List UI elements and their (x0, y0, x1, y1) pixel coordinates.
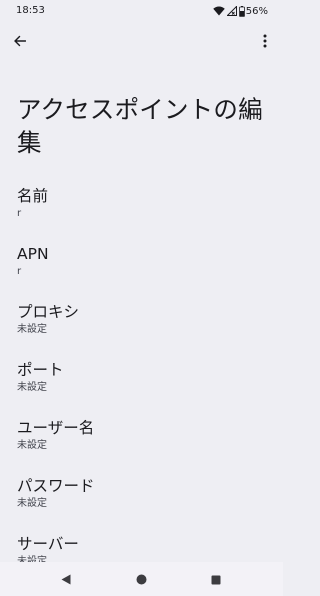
back-triangle-icon (61, 570, 71, 589)
status-bar: 18:53 56% (0, 0, 283, 24)
pref-item-username[interactable]: ユーザー名 未設定 (0, 414, 283, 472)
nav-home-button[interactable] (131, 569, 151, 589)
app-bar (0, 28, 283, 58)
nav-back-button[interactable] (56, 569, 76, 589)
status-time: 18:53 (16, 5, 45, 16)
pref-summary: 未設定 (17, 324, 47, 335)
more-vert-icon (263, 33, 267, 52)
pref-title: パスワード (17, 477, 95, 495)
arrow-back-icon (13, 33, 27, 52)
pref-title: サーバー (17, 535, 79, 553)
pref-summary: r (17, 266, 22, 277)
pref-item-password[interactable]: パスワード 未設定 (0, 472, 283, 530)
pref-item-apn[interactable]: APN r (0, 240, 283, 298)
pref-summary: 未設定 (17, 382, 47, 393)
page-title: アクセスポイントの編集 (17, 95, 263, 157)
pref-title: APN (17, 245, 49, 263)
pref-summary: 未設定 (17, 498, 47, 509)
signal-icon (226, 6, 237, 16)
pref-item-port[interactable]: ポート 未設定 (0, 356, 283, 414)
pref-item-proxy[interactable]: プロキシ 未設定 (0, 298, 283, 356)
pref-summary: r (17, 208, 22, 219)
pref-title: ポート (17, 361, 64, 379)
pref-item-name[interactable]: 名前 r (0, 182, 283, 240)
back-button[interactable] (8, 30, 32, 54)
navigation-bar (0, 562, 283, 596)
pref-title: 名前 (17, 187, 49, 205)
recents-square-icon (211, 570, 221, 589)
pref-title: プロキシ (17, 303, 80, 321)
more-options-button[interactable] (255, 30, 275, 54)
battery-percent: 56% (245, 5, 268, 17)
nav-recents-button[interactable] (206, 569, 226, 589)
status-icons: 56% (213, 4, 268, 18)
pref-summary: 未設定 (17, 440, 47, 451)
battery-icon (238, 5, 245, 17)
wifi-icon (213, 6, 225, 16)
home-circle-icon (136, 570, 147, 589)
pref-title: ユーザー名 (17, 419, 95, 437)
